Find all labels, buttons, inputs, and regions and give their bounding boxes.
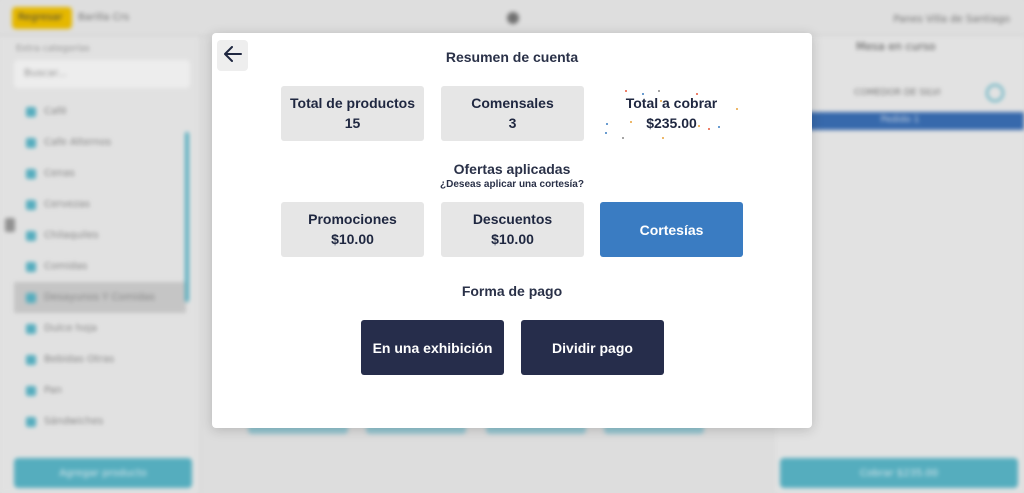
confetti-icon bbox=[698, 125, 700, 127]
total-products-label: Total de productos bbox=[290, 94, 415, 111]
courtesies-button[interactable]: Cortesías bbox=[600, 202, 743, 257]
confetti-icon bbox=[605, 132, 607, 134]
confetti-icon bbox=[696, 93, 698, 95]
offers-question: ¿Deseas aplicar una cortesía? bbox=[440, 179, 584, 190]
diners-value: 3 bbox=[508, 114, 517, 131]
discounts-card[interactable]: Descuentos $10.00 bbox=[441, 202, 584, 257]
total-products-card: Total de productos 15 bbox=[281, 86, 424, 141]
diners-label: Comensales bbox=[471, 94, 554, 111]
total-to-charge-label: Total a cobrar bbox=[625, 94, 718, 111]
confetti-icon bbox=[630, 121, 632, 123]
discounts-value: $10.00 bbox=[491, 230, 534, 247]
diners-card: Comensales 3 bbox=[441, 86, 584, 141]
single-payment-button[interactable]: En una exhibición bbox=[361, 320, 504, 375]
promotions-label: Promociones bbox=[308, 210, 397, 227]
confetti-icon bbox=[662, 137, 664, 139]
promotions-card[interactable]: Promociones $10.00 bbox=[281, 202, 424, 257]
total-to-charge-value: $235.00 bbox=[646, 114, 697, 131]
modal-title: Resumen de cuenta bbox=[445, 49, 579, 65]
offers-title: Ofertas aplicadas bbox=[453, 161, 571, 177]
payment-title: Forma de pago bbox=[461, 283, 563, 299]
account-summary-modal: Resumen de cuenta Total de productos 15 … bbox=[212, 33, 812, 428]
confetti-icon bbox=[622, 137, 624, 139]
total-to-charge-card: Total a cobrar $235.00 bbox=[600, 86, 743, 141]
promotions-value: $10.00 bbox=[331, 230, 374, 247]
confetti-icon bbox=[606, 123, 608, 125]
confetti-icon bbox=[736, 108, 738, 110]
courtesies-label: Cortesías bbox=[639, 221, 704, 238]
total-products-value: 15 bbox=[344, 114, 361, 131]
confetti-icon bbox=[625, 90, 627, 92]
split-payment-button[interactable]: Dividir pago bbox=[521, 320, 664, 375]
confetti-icon bbox=[660, 100, 662, 102]
confetti-icon bbox=[658, 90, 660, 92]
confetti-icon bbox=[718, 126, 720, 128]
discounts-label: Descuentos bbox=[472, 210, 553, 227]
confetti-icon bbox=[708, 128, 710, 130]
confetti-icon bbox=[642, 93, 644, 95]
